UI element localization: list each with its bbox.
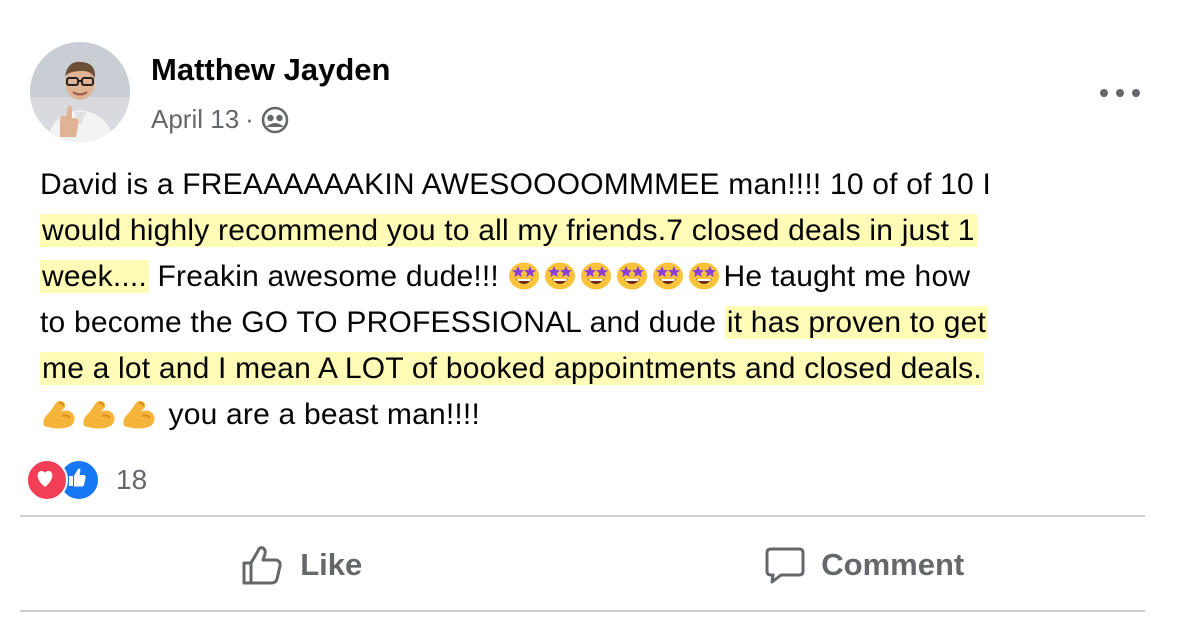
- post-body: David is a FREAAAAAAKIN AWESOOOOMMMEE ma…: [40, 162, 1170, 438]
- highlighted-text: it has proven to get: [724, 306, 989, 339]
- like-label: Like: [300, 547, 363, 582]
- comment-bubble-icon: [765, 547, 805, 584]
- star-struck-emoji-icon: [508, 258, 540, 290]
- star-struck-emoji-icon: [544, 258, 576, 290]
- highlighted-text: would highly recommend you to all my fri…: [40, 214, 977, 247]
- star-struck-emoji-icon: [616, 258, 648, 290]
- divider: [20, 610, 1145, 612]
- dot-icon: [1132, 89, 1140, 97]
- comment-button[interactable]: Comment: [583, 530, 1146, 600]
- star-struck-emoji-icon: [580, 258, 612, 290]
- highlighted-text: me a lot and I mean A LOT of booked appo…: [40, 352, 984, 385]
- star-struck-emoji-icon: [652, 258, 684, 290]
- reaction-summary[interactable]: 18: [26, 459, 148, 501]
- avatar[interactable]: [30, 42, 130, 142]
- post-line: to become the GO TO PROFESSIONAL and dud…: [40, 300, 1170, 346]
- post-line: would highly recommend you to all my fri…: [40, 208, 1170, 254]
- post-text-segment: Freakin awesome dude!!!: [148, 260, 499, 293]
- thumbs-up-icon: [242, 546, 282, 585]
- post-line: me a lot and I mean A LOT of booked appo…: [40, 346, 1170, 392]
- avatar-photo: [30, 42, 130, 142]
- more-options-icon[interactable]: [1100, 86, 1140, 100]
- friends-globe-icon[interactable]: [260, 105, 290, 135]
- star-struck-emoji-group: [508, 260, 724, 293]
- flexed-biceps-emoji-group: [40, 398, 160, 431]
- like-button[interactable]: Like: [20, 530, 583, 600]
- post-line: you are a beast man!!!!: [40, 392, 1170, 438]
- post-text-segment: He taught me how: [723, 260, 971, 293]
- flexed-biceps-emoji-icon: [80, 396, 118, 430]
- star-struck-emoji-icon: [688, 258, 720, 290]
- comment-label: Comment: [821, 547, 965, 582]
- post-line: week.... Freakin awesome dude!!! He taug…: [40, 254, 1170, 300]
- dot-icon: [1100, 89, 1108, 97]
- facebook-post-card: Matthew Jayden April 13 · David is a FRE…: [0, 0, 1200, 636]
- flexed-biceps-emoji-icon: [40, 396, 78, 430]
- love-reaction-icon: [26, 459, 68, 501]
- post-header: Matthew Jayden April 13 ·: [30, 42, 1170, 142]
- post-text-segment: David is a FREAAAAAAKIN AWESOOOOMMMEE ma…: [40, 168, 991, 201]
- post-meta: April 13 ·: [151, 104, 290, 135]
- dot-icon: [1116, 89, 1124, 97]
- author-name[interactable]: Matthew Jayden: [151, 52, 390, 88]
- post-line: David is a FREAAAAAAKIN AWESOOOOMMMEE ma…: [40, 162, 1170, 208]
- post-actions: Like Comment: [20, 530, 1145, 600]
- meta-separator: ·: [245, 104, 254, 134]
- flexed-biceps-emoji-icon: [120, 396, 158, 430]
- post-text-segment: to become the GO TO PROFESSIONAL and dud…: [40, 306, 717, 339]
- post-date[interactable]: April 13: [151, 104, 239, 135]
- reaction-count: 18: [116, 464, 148, 495]
- highlighted-text: week....: [40, 260, 149, 293]
- divider: [20, 515, 1145, 517]
- post-text-segment: you are a beast man!!!!: [168, 398, 480, 431]
